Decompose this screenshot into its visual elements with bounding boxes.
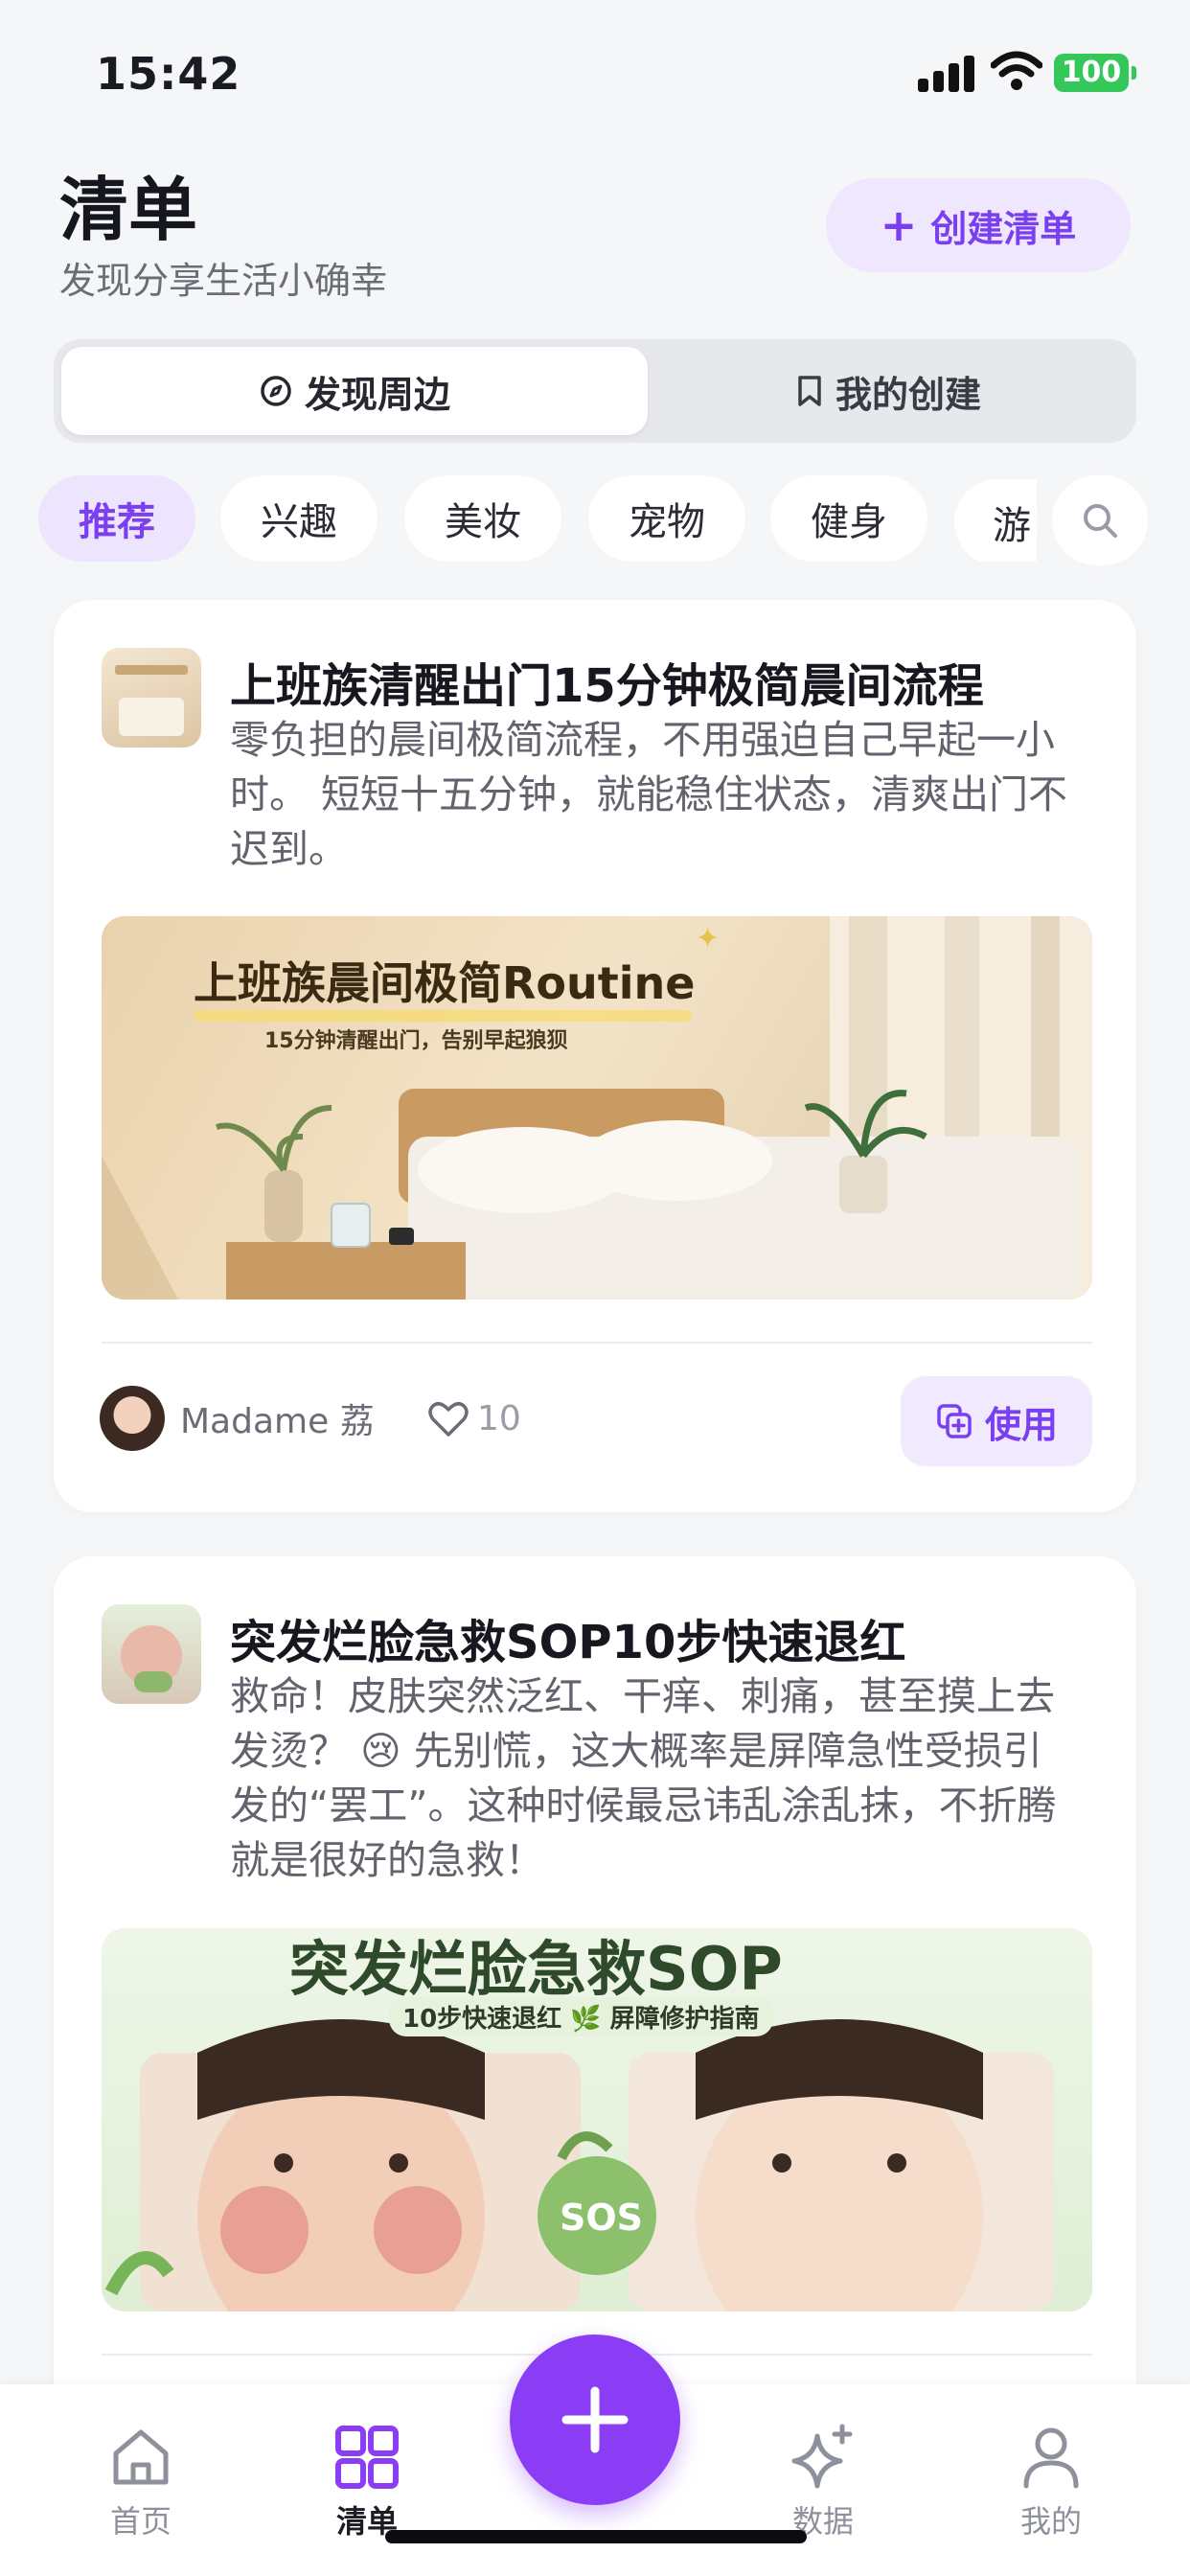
tab-home-label: 首页 xyxy=(109,2503,172,2540)
tab-discover-label: 发现周边 xyxy=(304,373,450,416)
avatar xyxy=(100,1386,165,1451)
segmented-control: 发现周边 我的创建 xyxy=(54,339,1136,443)
card-cover-image: 上班族晨间极简Routine 15分钟清醒出门，告别早起狼狈 ✦ xyxy=(102,916,1092,1300)
tab-data[interactable]: 数据 xyxy=(751,2423,895,2542)
battery-icon: 100 xyxy=(1054,54,1136,92)
cover-image-title: 突发烂脸急救SOP xyxy=(289,1934,783,2004)
page-subtitle: 发现分享生活小确幸 xyxy=(59,260,388,302)
card-divider xyxy=(102,1342,1092,1344)
list-card[interactable]: 突发烂脸急救SOP10步快速退红 救命！皮肤突然泛红、干痒、刺痛，甚至摸上去发烫… xyxy=(54,1556,1136,2419)
sos-badge: SOS xyxy=(560,2196,644,2239)
list-card[interactable]: 上班族清醒出门15分钟极简晨间流程 零负担的晨间极简流程，不用强迫自己早起一小时… xyxy=(54,600,1136,1512)
page-title: 清单 xyxy=(59,170,198,250)
status-time: 15:42 xyxy=(96,48,241,100)
card-description: 零负担的晨间极简流程，不用强迫自己早起一小时。 短短十五分钟，就能稳住状态，清爽… xyxy=(230,717,1068,872)
card-title: 上班族清醒出门15分钟极简晨间流程 xyxy=(230,659,984,713)
chip-fitness[interactable]: 健身 xyxy=(770,475,927,562)
grid-icon xyxy=(335,2426,399,2489)
tab-profile-label: 我的 xyxy=(1019,2503,1082,2540)
card-author[interactable]: Madame 荔 xyxy=(100,1386,375,1451)
copy-icon xyxy=(937,1404,972,1438)
category-chips: 推荐 兴趣 美妆 宠物 健身 游 xyxy=(0,472,1190,567)
author-name: Madame 荔 xyxy=(180,1402,375,1441)
user-icon xyxy=(1023,2427,1079,2489)
create-list-label: 创建清单 xyxy=(930,207,1077,250)
tab-my-creations-label: 我的创建 xyxy=(835,373,981,416)
use-button-label: 使用 xyxy=(984,1403,1058,1446)
like-count[interactable]: 10 xyxy=(427,1399,521,1438)
sparkle-icon: ✦ xyxy=(696,922,721,955)
chip-recommend[interactable]: 推荐 xyxy=(38,475,195,562)
like-count-value: 10 xyxy=(477,1399,521,1438)
plus-icon xyxy=(561,2386,629,2453)
cover-image-subtitle: 15分钟清醒出门，告别早起狼狈 xyxy=(264,1029,568,1053)
tab-my-creations[interactable]: 我的创建 xyxy=(648,347,1129,435)
search-icon xyxy=(1084,504,1117,538)
status-bar: 15:42 100 xyxy=(0,0,1190,144)
use-button[interactable]: 使用 xyxy=(901,1376,1092,1466)
cover-image-title: 上班族晨间极简Routine xyxy=(194,957,696,1009)
home-indicator xyxy=(385,2530,807,2543)
card-description: 救命！皮肤突然泛红、干痒、刺痛，甚至摸上去发烫？ 😢 先别慌，这大概率是屏障急性… xyxy=(230,1673,1057,1883)
wifi-icon xyxy=(991,51,1042,90)
chip-clip: 游 xyxy=(954,475,1037,562)
tab-lists[interactable]: 清单 xyxy=(295,2423,439,2542)
chip-pets[interactable]: 宠物 xyxy=(588,475,745,562)
app-screen: 15:42 100 清单 发现分享生活小确幸 + 创建清单 发现周边 我的创建 … xyxy=(0,0,1190,2576)
card-title: 突发烂脸急救SOP10步快速退红 xyxy=(230,1616,906,1669)
cover-title-underline xyxy=(194,1010,692,1022)
sparkle-icon xyxy=(791,2424,853,2489)
card-cover-image: 突发烂脸急救SOP 10步快速退红 🌿 屏障修护指南 SOS xyxy=(102,1928,1092,2312)
chip-interest[interactable]: 兴趣 xyxy=(220,475,378,562)
search-button[interactable] xyxy=(1052,475,1148,565)
chip-travel[interactable]: 游 xyxy=(954,479,1037,562)
tab-profile[interactable]: 我的 xyxy=(979,2423,1123,2542)
create-list-button[interactable]: + 创建清单 xyxy=(826,178,1131,272)
tab-home[interactable]: 首页 xyxy=(69,2423,213,2542)
compass-icon xyxy=(261,376,291,406)
signal-icon xyxy=(918,54,975,92)
card-thumbnail xyxy=(102,648,201,748)
home-icon xyxy=(113,2429,169,2485)
chip-makeup[interactable]: 美妆 xyxy=(404,475,561,562)
bookmark-icon xyxy=(798,376,821,406)
add-button[interactable] xyxy=(510,2334,680,2505)
plus-icon: + xyxy=(880,199,918,251)
heart-icon xyxy=(428,1401,469,1437)
tab-discover-nearby[interactable]: 发现周边 xyxy=(61,347,648,435)
cover-image-subtitle: 10步快速退红 🌿 屏障修护指南 xyxy=(389,1997,773,2036)
card-thumbnail xyxy=(102,1604,201,1704)
